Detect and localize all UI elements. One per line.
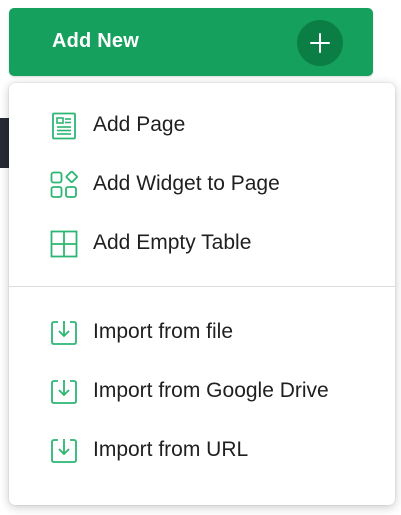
menu-item-import-google-drive[interactable]: Import from Google Drive [9, 365, 395, 417]
app-stage: Add New Add Page Add Widget to Page Add … [0, 0, 401, 515]
menu-divider [9, 286, 395, 287]
add-new-dropdown-menu: Add Page Add Widget to Page Add Empty Ta… [9, 83, 395, 505]
menu-item-import-file[interactable]: Import from file [9, 306, 395, 358]
menu-item-label: Import from Google Drive [93, 379, 329, 402]
import-icon [49, 436, 79, 466]
menu-item-label: Add Page [93, 113, 186, 136]
plus-icon[interactable] [297, 20, 343, 66]
page-icon [49, 111, 79, 141]
menu-item-add-empty-table[interactable]: Add Empty Table [9, 217, 395, 269]
add-new-button[interactable]: Add New [9, 8, 373, 76]
widgets-icon [49, 170, 79, 200]
import-icon [49, 377, 79, 407]
import-icon [49, 318, 79, 348]
menu-item-label: Add Widget to Page [93, 172, 280, 195]
menu-item-label: Import from file [93, 320, 234, 343]
table-icon [49, 229, 79, 259]
add-new-label: Add New [52, 30, 139, 52]
menu-item-label: Import from URL [93, 438, 249, 461]
menu-item-add-widget[interactable]: Add Widget to Page [9, 158, 395, 210]
menu-item-add-page[interactable]: Add Page [9, 99, 395, 151]
menu-item-label: Add Empty Table [93, 231, 252, 254]
menu-item-import-url[interactable]: Import from URL [9, 424, 395, 476]
